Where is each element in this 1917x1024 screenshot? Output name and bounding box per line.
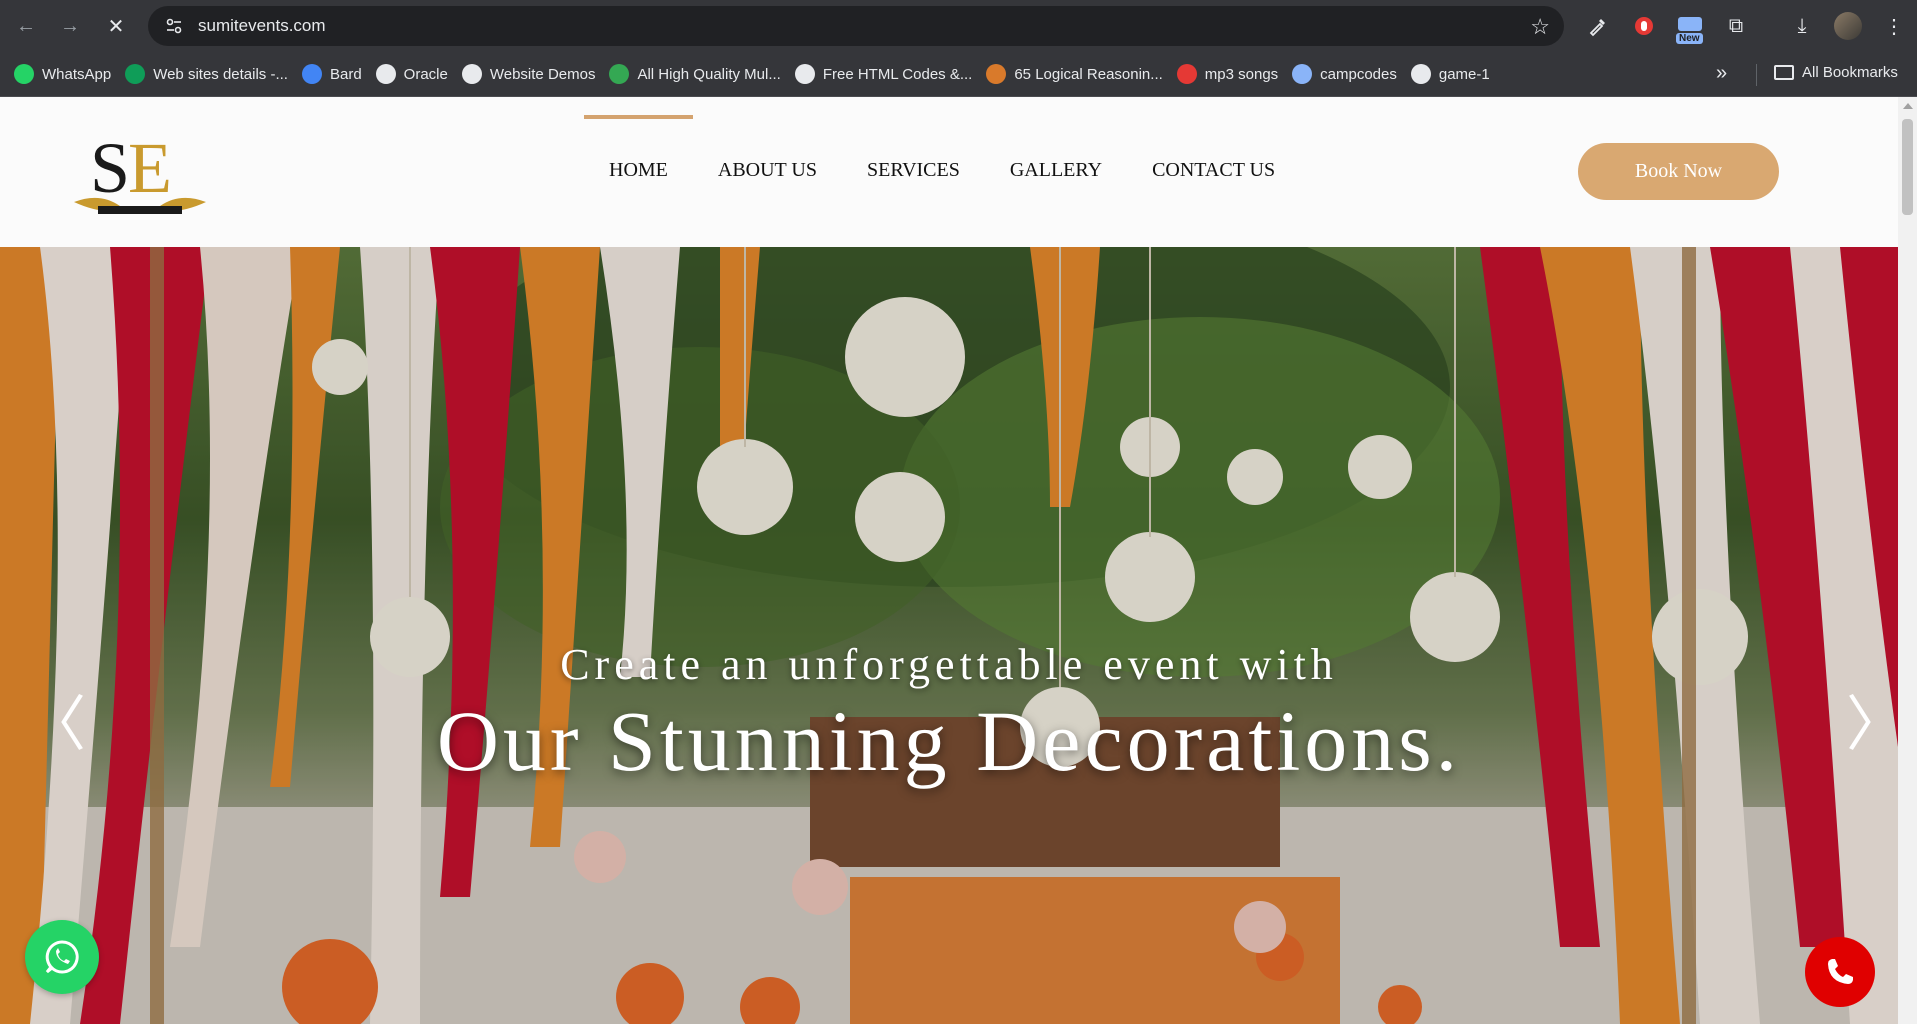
nav-item-gallery[interactable]: GALLERY bbox=[985, 115, 1127, 215]
bookmark-star-icon[interactable]: ☆ bbox=[1530, 14, 1550, 40]
whatsapp-chat-button[interactable] bbox=[25, 920, 99, 994]
avatar bbox=[1834, 12, 1862, 40]
bookmark-item[interactable]: Website Demos bbox=[461, 64, 596, 84]
bookmark-item[interactable]: Bard bbox=[301, 64, 362, 84]
fn-icon bbox=[986, 64, 1007, 84]
stop-loading-button[interactable]: ✕ bbox=[98, 8, 134, 44]
bookmark-label: Bard bbox=[329, 65, 362, 83]
bookmark-item[interactable]: WhatsApp bbox=[14, 64, 111, 84]
address-bar[interactable]: sumitevents.com ☆ bbox=[148, 6, 1564, 46]
new-badge: New bbox=[1676, 33, 1703, 44]
site-info-icon[interactable] bbox=[162, 14, 186, 38]
bookmark-label: Oracle bbox=[403, 65, 448, 83]
hero-slider: Create an unforgettable event with Our S… bbox=[0, 247, 1898, 1024]
svg-text:E: E bbox=[128, 128, 172, 208]
bookmark-item[interactable]: 65 Logical Reasonin... bbox=[986, 64, 1163, 84]
game-icon bbox=[1410, 64, 1431, 84]
nav-item-about-us[interactable]: ABOUT US bbox=[693, 115, 842, 215]
leaf-icon bbox=[609, 64, 630, 84]
bookmark-item[interactable]: Free HTML Codes &... bbox=[794, 64, 973, 84]
sheets-icon bbox=[125, 64, 146, 84]
bookmark-label: Web sites details -... bbox=[153, 65, 288, 83]
more-bookmarks-chevron-icon[interactable]: » bbox=[1716, 62, 1727, 85]
slider-next-arrow-icon[interactable]: 〉 bbox=[1846, 695, 1898, 755]
main-nav: HOME ABOUT US SERVICES GALLERY CONTACT US bbox=[584, 115, 1300, 215]
bookmark-item[interactable]: campcodes bbox=[1292, 64, 1397, 84]
nav-item-contact-us[interactable]: CONTACT US bbox=[1127, 115, 1300, 215]
bookmark-label: 65 Logical Reasonin... bbox=[1014, 65, 1163, 83]
nav-item-services[interactable]: SERVICES bbox=[842, 115, 985, 215]
hero-overlay bbox=[0, 247, 1898, 1024]
divider bbox=[1756, 64, 1757, 86]
whatsapp-icon bbox=[14, 64, 34, 84]
slider-prev-arrow-icon[interactable]: 〈 bbox=[26, 695, 86, 755]
url-text[interactable]: sumitevents.com bbox=[198, 16, 326, 36]
phone-icon bbox=[1828, 959, 1853, 984]
all-bookmarks-label: All Bookmarks bbox=[1802, 64, 1898, 81]
bookmark-label: All High Quality Mul... bbox=[637, 65, 781, 83]
site-header: S E HOME ABOUT US SERVICES GALLERY CONTACT U… bbox=[0, 97, 1898, 247]
bookmark-label: Free HTML Codes &... bbox=[822, 65, 973, 83]
svg-text:S: S bbox=[90, 128, 130, 208]
nav-item-home[interactable]: HOME bbox=[584, 115, 693, 215]
bookmark-label: mp3 songs bbox=[1204, 65, 1279, 83]
book-now-button[interactable]: Book Now bbox=[1578, 143, 1779, 200]
bookmarks-bar: WhatsApp Web sites details -... Bard Oracle… bbox=[0, 52, 1917, 97]
eyedropper-extension-icon[interactable] bbox=[1580, 8, 1616, 44]
folder-icon bbox=[1774, 65, 1794, 80]
menu-kebab-icon[interactable]: ⋮ bbox=[1876, 8, 1912, 44]
whatsapp-icon bbox=[45, 940, 79, 974]
sumit-events-logo[interactable]: S E bbox=[70, 122, 210, 222]
globe-icon bbox=[375, 64, 396, 84]
globe-icon bbox=[461, 64, 482, 84]
music-icon bbox=[1176, 64, 1197, 84]
bookmark-label: game-1 bbox=[1438, 65, 1490, 83]
bookmark-label: WhatsApp bbox=[42, 65, 112, 83]
call-button[interactable] bbox=[1805, 937, 1875, 1007]
back-button[interactable]: ← bbox=[8, 8, 44, 44]
scroll-thumb[interactable] bbox=[1902, 119, 1913, 215]
bookmark-label: campcodes bbox=[1320, 65, 1397, 83]
hero-title: Our Stunning Decorations. bbox=[436, 693, 1462, 789]
all-bookmarks-button[interactable]: All Bookmarks bbox=[1774, 64, 1898, 81]
adblock-extension-icon[interactable] bbox=[1626, 8, 1662, 44]
scroll-up-arrow-icon[interactable] bbox=[1903, 103, 1913, 109]
bookmark-item[interactable]: All High Quality Mul... bbox=[609, 64, 781, 84]
shield-icon bbox=[1292, 64, 1313, 84]
extensions-puzzle-icon[interactable]: ⧉ bbox=[1718, 8, 1754, 44]
bookmark-item[interactable]: Oracle bbox=[375, 64, 448, 84]
new-extension-icon[interactable]: New bbox=[1672, 8, 1708, 44]
bard-icon bbox=[301, 64, 322, 84]
bookmark-item[interactable]: Web sites details -... bbox=[125, 64, 288, 84]
forward-button[interactable]: → bbox=[52, 8, 88, 44]
bookmark-item[interactable]: game-1 bbox=[1410, 64, 1490, 84]
bookmark-item[interactable]: mp3 songs bbox=[1176, 64, 1279, 84]
bookmark-label: Website Demos bbox=[489, 65, 596, 83]
profile-avatar[interactable] bbox=[1830, 8, 1866, 44]
hero-subtitle: Create an unforgettable event with bbox=[560, 640, 1338, 689]
browser-toolbar: ← → ✕ sumitevents.com ☆ New ⧉ ⤓ ⋮ bbox=[0, 0, 1917, 52]
page-scrollbar[interactable] bbox=[1898, 97, 1917, 1024]
download-icon[interactable]: ⤓ bbox=[1784, 8, 1820, 44]
globe-icon bbox=[794, 64, 815, 84]
